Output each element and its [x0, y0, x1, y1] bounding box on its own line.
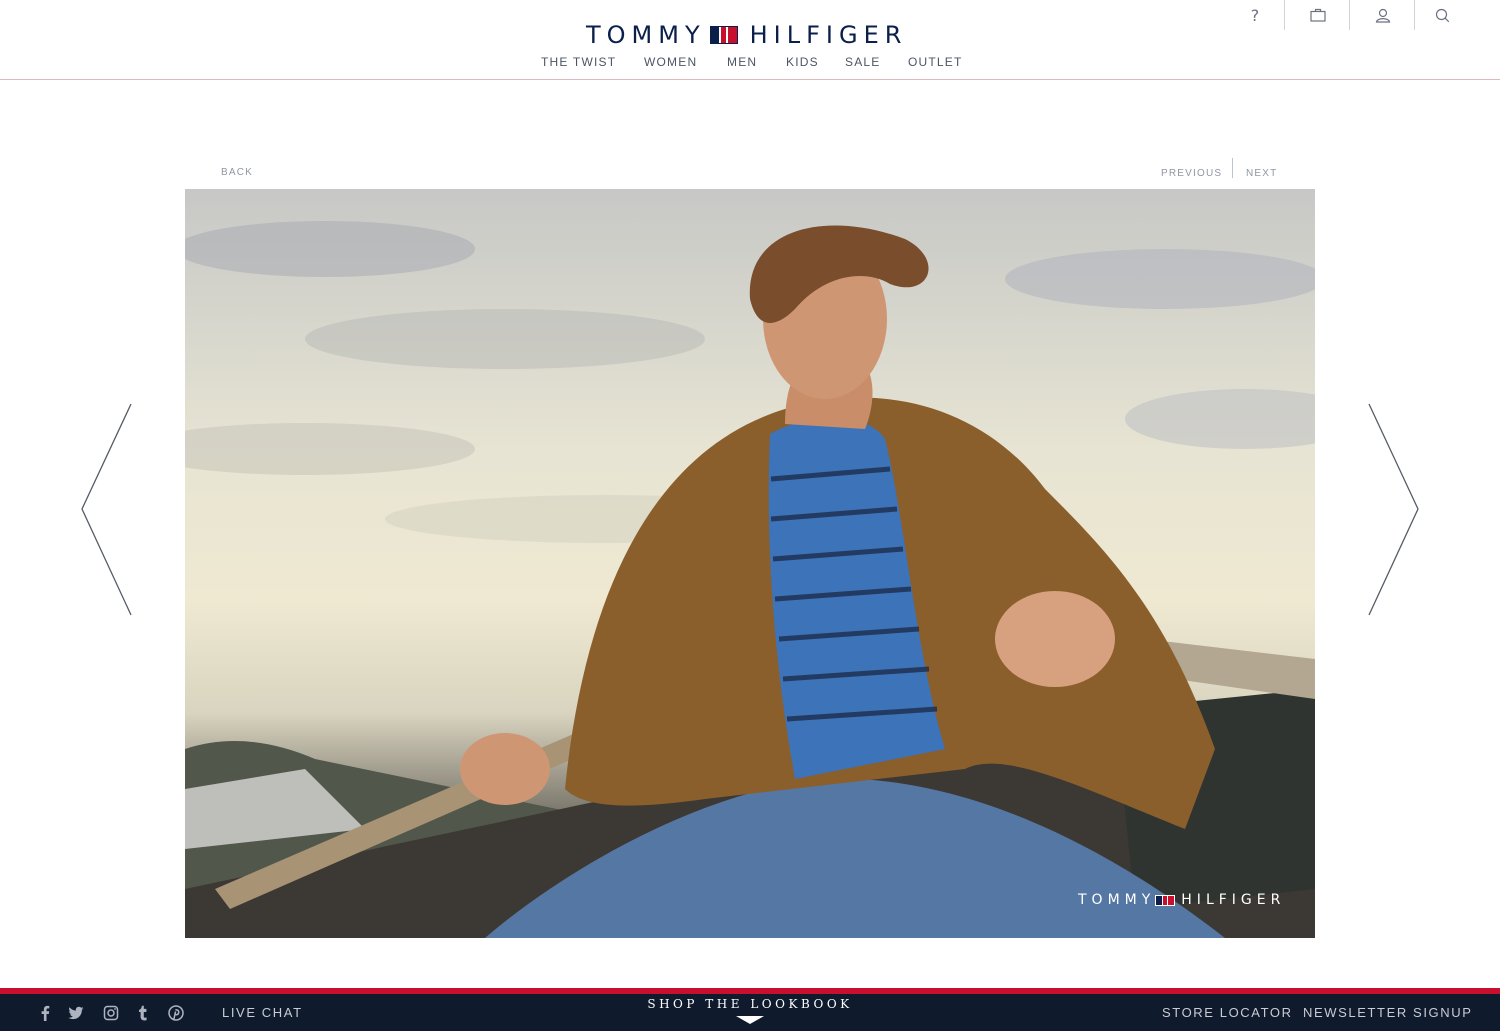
facebook-icon[interactable] — [36, 1004, 54, 1022]
help-icon: ? — [1250, 5, 1260, 25]
hero-watermark: TOMMY HILFIGER — [1078, 892, 1285, 908]
account-button[interactable] — [1351, 0, 1415, 30]
site-header: TOMMY HILFIGER THE TWIST WOMEN MEN KIDS … — [0, 0, 1500, 80]
brand-logo[interactable]: TOMMY HILFIGER — [586, 20, 907, 50]
nav-item-outlet[interactable]: OUTLET — [908, 55, 963, 69]
help-button[interactable]: ? — [1223, 0, 1287, 30]
flag-icon — [709, 26, 738, 44]
flag-icon — [1155, 894, 1176, 906]
site-footer: LIVE CHAT SHOP THE LOOKBOOK STORE LOCATO… — [0, 994, 1500, 1031]
shop-the-lookbook-button[interactable]: SHOP THE LOOKBOOK — [600, 997, 900, 1011]
pager-divider — [1232, 158, 1233, 178]
store-locator-link[interactable]: STORE LOCATOR — [1162, 1005, 1293, 1020]
shopping-bag-icon — [1310, 8, 1326, 22]
newsletter-signup-link[interactable]: NEWSLETTER SIGNUP — [1303, 1005, 1473, 1020]
chevron-left-icon — [81, 403, 132, 616]
nav-item-women[interactable]: WOMEN — [644, 55, 697, 69]
next-link[interactable]: NEXT — [1246, 168, 1277, 179]
nav-item-kids[interactable]: KIDS — [786, 55, 819, 69]
previous-link[interactable]: PREVIOUS — [1161, 168, 1222, 179]
hero-watermark-left: TOMMY — [1078, 892, 1156, 908]
utility-divider — [1349, 0, 1350, 30]
utility-divider — [1284, 0, 1285, 30]
shopping-bag-button[interactable] — [1286, 0, 1350, 30]
nav-item-the-twist[interactable]: THE TWIST — [541, 55, 616, 69]
tumblr-icon[interactable] — [134, 1004, 152, 1022]
lookbook-hero-image: TOMMY HILFIGER — [185, 189, 1315, 938]
instagram-icon[interactable] — [102, 1004, 120, 1022]
chevron-down-icon — [736, 1016, 764, 1024]
live-chat-link[interactable]: LIVE CHAT — [222, 1005, 303, 1020]
twitter-icon[interactable] — [67, 1004, 85, 1022]
next-arrow[interactable] — [1365, 402, 1421, 617]
pinterest-icon[interactable] — [167, 1004, 185, 1022]
back-link[interactable]: BACK — [221, 167, 253, 178]
main-nav: THE TWIST WOMEN MEN KIDS SALE OUTLET — [0, 55, 1500, 71]
chevron-right-icon — [1368, 403, 1419, 616]
brand-word-right: HILFIGER — [749, 21, 908, 49]
previous-arrow[interactable] — [79, 402, 135, 617]
brand-word-left: TOMMY — [586, 21, 706, 49]
nav-item-men[interactable]: MEN — [727, 55, 757, 69]
nav-item-sale[interactable]: SALE — [845, 55, 881, 69]
account-icon — [1375, 8, 1391, 23]
search-button[interactable] — [1410, 0, 1474, 30]
search-icon — [1435, 8, 1449, 22]
hero-illustration — [185, 221, 1315, 938]
hero-watermark-right: HILFIGER — [1181, 892, 1286, 908]
